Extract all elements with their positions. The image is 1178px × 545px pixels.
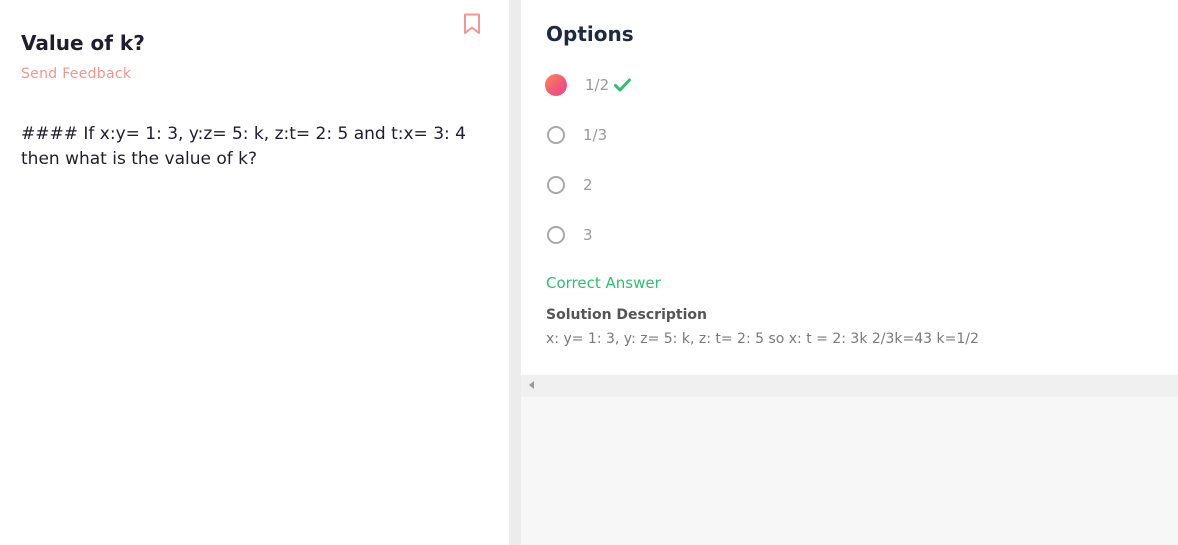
option-3[interactable]: 2 <box>547 173 593 197</box>
radio-icon[interactable] <box>547 126 565 144</box>
check-icon <box>614 78 632 92</box>
radio-icon[interactable] <box>547 176 565 194</box>
correct-answer-status: Correct Answer <box>546 274 661 292</box>
question-text: #### If x:y= 1: 3, y:z= 5: k, z:t= 2: 5 … <box>21 124 466 169</box>
question-panel: Value of k? Send Feedback #### If x:y= 1… <box>0 0 509 545</box>
scroll-left-arrow-icon[interactable] <box>529 381 534 389</box>
bookmark-icon[interactable] <box>463 13 481 35</box>
solution-text: x: y= 1: 3, y: z= 5: k, z: t= 2: 5 so x:… <box>546 331 979 347</box>
options-heading: Options <box>546 22 634 46</box>
option-label: 1/2 <box>585 76 610 94</box>
radio-selected-icon[interactable] <box>545 74 567 96</box>
options-panel: Options 1/2 1/3 2 3 Correct Answer Solut… <box>521 0 1178 375</box>
radio-icon[interactable] <box>547 226 565 244</box>
question-title: Value of k? <box>21 31 145 55</box>
option-2[interactable]: 1/3 <box>547 123 607 147</box>
solution-heading: Solution Description <box>546 307 707 323</box>
send-feedback-link[interactable]: Send Feedback <box>21 66 131 82</box>
horizontal-scrollbar[interactable] <box>521 375 1178 397</box>
option-label: 1/3 <box>583 126 608 144</box>
option-1[interactable]: 1/2 <box>545 73 632 97</box>
option-4[interactable]: 3 <box>547 223 593 247</box>
option-label: 2 <box>583 176 593 194</box>
option-label: 3 <box>583 226 593 244</box>
panel-divider <box>509 0 521 545</box>
